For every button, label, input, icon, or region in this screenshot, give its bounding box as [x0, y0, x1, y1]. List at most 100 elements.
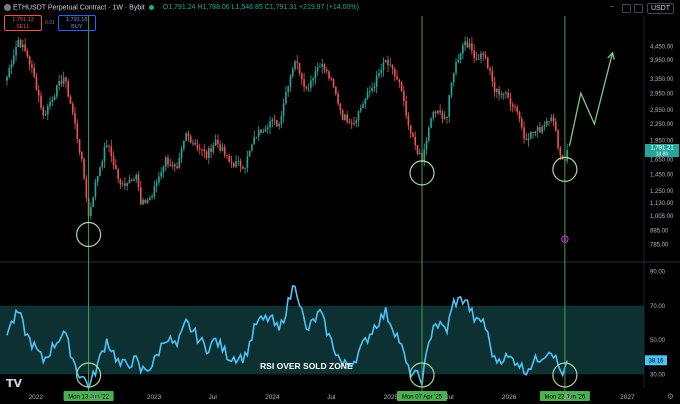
- candle-body: [203, 149, 206, 152]
- candle-body: [496, 89, 498, 93]
- candle-body: [176, 166, 178, 169]
- candle-body: [364, 98, 367, 105]
- candle-body: [532, 131, 534, 134]
- candle-body: [350, 123, 353, 124]
- candle-body: [219, 144, 221, 151]
- candle-body: [514, 106, 516, 108]
- candle-body: [78, 139, 81, 153]
- candle-body: [228, 155, 231, 163]
- chart-canvas[interactable]: Mon 13 Jun '22 Mon 07 Apr '25 Mon 22 Jun '…: [0, 0, 680, 404]
- candle-body: [362, 104, 364, 108]
- restore-button[interactable]: [634, 4, 643, 13]
- candle-body: [489, 68, 491, 72]
- candle-body: [403, 91, 405, 102]
- candle-body: [210, 148, 212, 152]
- symbol-icon: [4, 4, 11, 11]
- candle-body: [319, 66, 321, 68]
- candle-body: [557, 130, 559, 148]
- candle-body: [323, 64, 326, 70]
- candle-body: [566, 150, 568, 161]
- candle-body: [71, 103, 74, 114]
- candle-body: [344, 114, 346, 121]
- candle-body: [346, 114, 348, 122]
- candle-body: [153, 186, 156, 197]
- candle-body: [151, 196, 153, 198]
- candle-body: [144, 199, 147, 203]
- candle-body: [282, 103, 285, 116]
- candle-body: [455, 62, 457, 74]
- candle-body: [212, 145, 215, 152]
- candle-body: [269, 121, 271, 128]
- price-tick-label: 1,250.00: [650, 189, 674, 195]
- time-tick-label: Jul: [445, 394, 454, 401]
- candle-body: [396, 76, 398, 80]
- candle-body: [527, 138, 530, 141]
- candle-body: [6, 76, 8, 81]
- candle-body: [42, 107, 45, 116]
- candle-body: [310, 80, 312, 88]
- candle-body: [62, 77, 65, 84]
- candle-body: [185, 133, 187, 141]
- candle-body: [332, 79, 335, 87]
- price-tick-label: 885.00: [650, 229, 669, 235]
- candle-body: [545, 120, 548, 126]
- symbol-title[interactable]: ETHUSDT Perpetual Contract · 1W · Bybit: [13, 4, 145, 11]
- candle-body: [90, 206, 92, 217]
- candle-body: [471, 43, 473, 51]
- candle-body: [541, 126, 544, 133]
- candle-body: [548, 120, 550, 122]
- candle-body: [119, 178, 122, 185]
- sell-price: 1,791.13: [12, 17, 34, 23]
- candle-body: [226, 155, 228, 157]
- gear-icon[interactable]: ⚙: [667, 392, 674, 401]
- minus-icon: −: [610, 4, 615, 11]
- candle-body: [65, 77, 67, 82]
- candle-body: [271, 119, 274, 122]
- candle-body: [505, 92, 507, 94]
- minimize-button[interactable]: −: [610, 4, 614, 11]
- candle-body: [459, 53, 462, 60]
- price-tick-label: 2,250.00: [650, 122, 674, 128]
- candle-body: [534, 131, 537, 134]
- candle-body: [12, 55, 15, 64]
- candle-body: [80, 152, 83, 160]
- rsi-value-label: 38.16: [648, 358, 664, 364]
- candle-body: [83, 159, 85, 179]
- candle-body: [452, 73, 455, 83]
- candle-body: [437, 110, 439, 114]
- candle-body: [167, 157, 169, 165]
- currency-selector[interactable]: USDT: [646, 3, 674, 14]
- maximize-button[interactable]: [622, 4, 631, 13]
- candle-body: [339, 103, 342, 111]
- candle-body: [33, 67, 36, 77]
- candle-body: [405, 101, 407, 116]
- candle-body: [507, 92, 510, 98]
- candle-body: [164, 157, 167, 167]
- candle-body: [230, 162, 233, 164]
- candle-body: [69, 96, 72, 104]
- candle-body: [387, 59, 389, 66]
- candle-body: [328, 71, 330, 79]
- candle-body: [28, 56, 31, 65]
- candle-body: [196, 144, 199, 149]
- price-tick-label: 1,130.00: [650, 201, 674, 207]
- candle-body: [373, 86, 376, 89]
- buy-button[interactable]: 1,791.18 BUY: [57, 15, 96, 31]
- candle-body: [92, 197, 94, 207]
- candle-body: [108, 145, 110, 147]
- time-tick-label: Jul: [209, 394, 218, 401]
- candle-body: [287, 86, 290, 93]
- candle-body: [536, 127, 539, 132]
- candle-body: [264, 129, 267, 132]
- candle-body: [232, 163, 235, 167]
- rsi-tick-label: 50.00: [650, 338, 666, 344]
- candle-body: [491, 71, 494, 82]
- candle-body: [430, 118, 432, 128]
- price-tick-label: 2,550.00: [650, 108, 674, 114]
- candle-body: [105, 145, 108, 148]
- candle-body: [242, 166, 244, 169]
- sell-button[interactable]: 1,791.13 SELL: [4, 15, 42, 31]
- candle-body: [162, 166, 165, 173]
- candle-body: [53, 96, 56, 100]
- candle-body: [335, 86, 337, 94]
